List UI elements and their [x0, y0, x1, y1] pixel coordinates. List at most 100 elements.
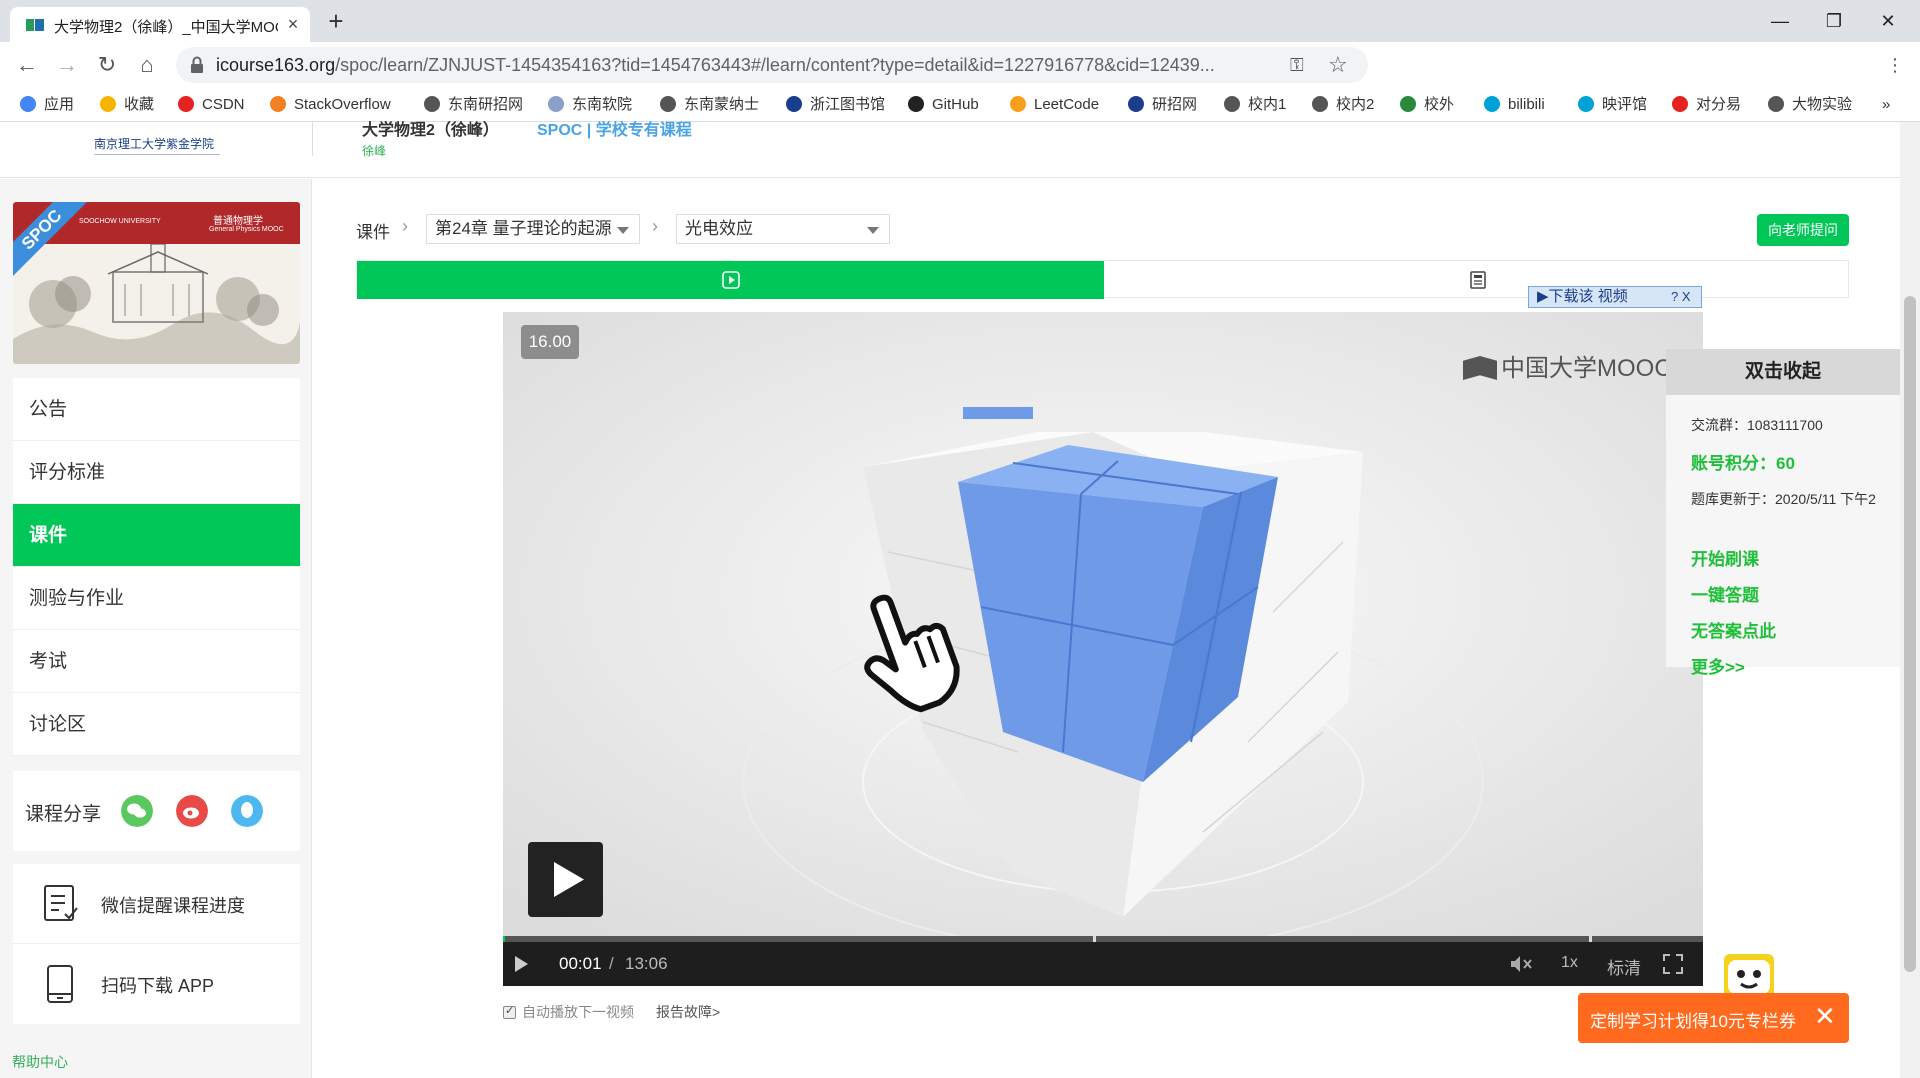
help-center-link[interactable]: 帮助中心	[12, 1052, 68, 1072]
lesson-select[interactable]: 光电效应	[676, 214, 890, 244]
forward-icon[interactable]: →	[52, 50, 82, 80]
playback-rate[interactable]: 1x	[1561, 954, 1578, 972]
report-issue-link[interactable]: 报告故障>	[656, 1002, 720, 1022]
address-bar[interactable]: icourse163.org/spoc/learn/ZJNJUST-145435…	[176, 47, 1368, 83]
fullscreen-icon[interactable]	[1663, 954, 1683, 974]
video-player[interactable]: 16.00 中国大学MOOC 00:01 / 13:06 1x 标清	[503, 312, 1703, 986]
bookmark-favicon-icon	[908, 96, 924, 112]
tab-document[interactable]	[1104, 261, 1850, 299]
more-link[interactable]: 更多>>	[1691, 653, 1745, 678]
autoplay-checkbox[interactable]: ✓	[503, 1005, 516, 1019]
course-title[interactable]: 大学物理2（徐峰）	[362, 116, 499, 140]
wechat-remind-link[interactable]: 微信提醒课程进度	[13, 864, 300, 944]
play-small-icon[interactable]	[513, 955, 529, 973]
scrollbar-thumb[interactable]	[1904, 296, 1916, 972]
collapse-panel-button[interactable]: 双击收起	[1666, 349, 1900, 395]
bookmark-item[interactable]: 映评馆	[1578, 94, 1647, 116]
no-answer-link[interactable]: 无答案点此	[1691, 617, 1776, 642]
bookmark-item[interactable]: 收藏	[100, 94, 154, 116]
breadcrumb-courseware[interactable]: 课件	[356, 218, 390, 243]
home-icon[interactable]: ⌂	[132, 50, 162, 80]
bookmark-item[interactable]: GitHub	[908, 94, 979, 116]
bookmark-item[interactable]: 东南蒙纳士	[660, 94, 759, 116]
weibo-share-icon[interactable]	[176, 795, 208, 827]
menu-item-discussion[interactable]: 讨论区	[13, 693, 300, 756]
video-play-icon	[722, 271, 740, 289]
menu-item-exam[interactable]: 考试	[13, 630, 300, 693]
app-download-link[interactable]: 扫码下载 APP	[13, 944, 300, 1024]
bookmark-item[interactable]: 校外	[1400, 94, 1454, 116]
minimize-button[interactable]: —	[1760, 6, 1800, 36]
key-icon[interactable]: ⚿	[1290, 55, 1304, 76]
download-video-bar[interactable]: ▶下载该 视频 ? X	[1528, 286, 1702, 308]
bookmark-favicon-icon	[1672, 96, 1688, 112]
bookmark-label: GitHub	[932, 96, 979, 113]
teacher-name[interactable]: 徐峰	[362, 142, 386, 159]
menu-item-quiz-homework[interactable]: 测验与作业	[13, 567, 300, 630]
cover-title-en: General Physics MOOC	[209, 226, 284, 233]
download-help-close-icons[interactable]: ? X	[1671, 287, 1691, 307]
chapter-select[interactable]: 第24章 量子理论的起源	[426, 214, 640, 244]
bookmark-item[interactable]: LeetCode	[1010, 94, 1099, 116]
bookmark-item[interactable]: bilibili	[1484, 94, 1545, 116]
page: 南京理工大学紫金学院 大学物理2（徐峰） 徐峰 SPOC | 学校专有课程 SO…	[0, 122, 1900, 1078]
bookmark-item[interactable]: 东南研招网	[424, 94, 523, 116]
maximize-button[interactable]: ❐	[1814, 6, 1854, 36]
new-tab-button[interactable]: +	[322, 7, 350, 35]
site-header: 南京理工大学紫金学院 大学物理2（徐峰） 徐峰 SPOC | 学校专有课程	[0, 122, 1900, 178]
big-play-button[interactable]	[528, 842, 603, 917]
bookmark-item[interactable]: 东南软院	[548, 94, 632, 116]
reload-icon[interactable]: ↻	[92, 50, 122, 80]
chevron-right-icon: ›	[402, 216, 408, 236]
menu-item-courseware[interactable]: 课件	[13, 504, 300, 567]
bookmarks-more-icon[interactable]: »	[1882, 94, 1890, 116]
browser-tab[interactable]: 大学物理2（徐峰）_中国大学MOOC ×	[10, 7, 310, 42]
phone-icon	[47, 965, 73, 1003]
bookmark-item[interactable]: 研招网	[1128, 94, 1197, 116]
lesson-select-value: 光电效应	[685, 219, 753, 238]
quality-select[interactable]: 标清	[1607, 954, 1641, 979]
back-icon[interactable]: ←	[12, 50, 42, 80]
autoplay-toggle[interactable]: ✓ 自动播放下一视频	[503, 1002, 634, 1022]
caret-down-icon	[867, 227, 879, 234]
download-video-label: ▶下载该 视频	[1537, 288, 1628, 305]
tab-close-icon[interactable]: ×	[282, 13, 304, 35]
bookmark-item[interactable]: 浙江图书馆	[786, 94, 885, 116]
window-close-button[interactable]: ✕	[1868, 6, 1908, 36]
bookmark-favicon-icon	[1312, 96, 1328, 112]
wechat-share-icon[interactable]	[121, 795, 153, 827]
bookmarks-bar: 应用 收藏 CSDN StackOverflow 东南研招网 东南软院 东南蒙纳士 浙江图书馆…	[0, 88, 1920, 122]
page-scrollbar[interactable]	[1900, 122, 1920, 1078]
promo-close-icon[interactable]: ✕	[1814, 1001, 1836, 1032]
ask-teacher-button[interactable]: 向老师提问	[1757, 214, 1849, 246]
bookmark-item[interactable]: 大物实验	[1768, 94, 1852, 116]
bookmark-item[interactable]: 校内1	[1224, 94, 1286, 116]
menu-dots-icon[interactable]: ⋮	[1880, 50, 1910, 80]
bookmark-label: 映评馆	[1602, 96, 1648, 113]
player-controls: 00:01 / 13:06 1x 标清	[503, 942, 1703, 986]
bookmark-star-icon[interactable]: ☆	[1328, 52, 1348, 78]
bookmark-item[interactable]: 校内2	[1312, 94, 1374, 116]
course-cover[interactable]: SOOCHOW UNIVERSITY 普通物理学 General Physics…	[13, 202, 300, 364]
bookmark-item[interactable]: 对分易	[1672, 94, 1741, 116]
bookmark-item[interactable]: 应用	[20, 94, 74, 116]
one-click-answer-link[interactable]: 一键答题	[1691, 581, 1759, 606]
menu-item-announcement[interactable]: 公告	[13, 378, 300, 441]
school-logo: 南京理工大学紫金学院	[90, 124, 224, 164]
bookmark-favicon-icon	[548, 96, 564, 112]
bookmark-label: CSDN	[202, 96, 245, 113]
bookmark-favicon-icon	[178, 96, 194, 112]
mooc-watermark: 中国大学MOOC	[1463, 348, 1672, 383]
bookmark-item[interactable]: StackOverflow	[270, 94, 391, 116]
bookmark-label: 大物实验	[1792, 96, 1853, 113]
qq-share-icon[interactable]	[231, 795, 263, 827]
mute-icon[interactable]	[1509, 954, 1533, 974]
study-plan-promo[interactable]: 定制学习计划得10元专栏券 ✕	[1578, 993, 1849, 1043]
bookmark-item[interactable]: CSDN	[178, 94, 245, 116]
bookmark-favicon-icon	[1400, 96, 1416, 112]
caret-down-icon	[617, 227, 629, 234]
tab-video[interactable]	[357, 261, 1104, 299]
start-course-link[interactable]: 开始刷课	[1691, 545, 1759, 570]
menu-item-grading[interactable]: 评分标准	[13, 441, 300, 504]
bookmark-favicon-icon	[424, 96, 440, 112]
